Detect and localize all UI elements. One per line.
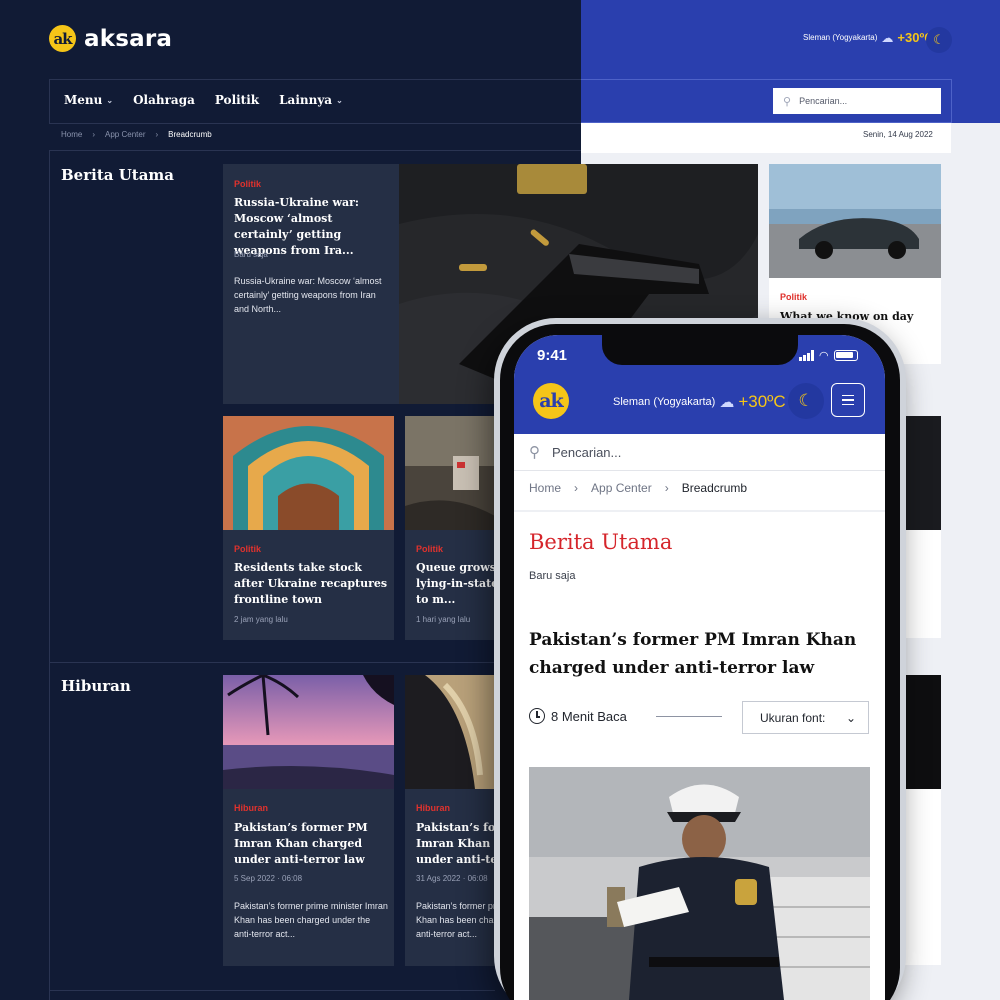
chevron-down-icon: ⌄ <box>336 95 343 105</box>
article-image-peek <box>905 416 941 530</box>
dark-mode-toggle[interactable]: ☾ <box>926 27 952 53</box>
brand-logo[interactable]: ak aksara <box>49 25 172 52</box>
divider <box>49 150 581 151</box>
breadcrumb-app-center[interactable]: App Center <box>105 130 145 139</box>
article-image-beach[interactable] <box>223 675 394 789</box>
weather-widget: Sleman (Yogyakarta) ☁ +30ºC <box>803 30 934 45</box>
search-input[interactable]: ⚲ Pencarian... <box>773 88 941 114</box>
article-excerpt: Pakistan’s former prime minister Imran K… <box>416 901 495 939</box>
mobile-weather-widget: Sleman (Yogyakarta) ☁ +30ºC <box>613 392 786 412</box>
article-date: 31 Ags 2022 · 06:08 <box>416 874 488 883</box>
nav-item-menu[interactable]: Menu ⌄ <box>64 93 113 107</box>
search-placeholder: Pencarian... <box>552 444 622 460</box>
article-time: Baru saja <box>234 250 268 259</box>
article-title[interactable]: Pakistan’s former PM Imran Khan charged … <box>234 820 392 868</box>
wifi-icon: ◠ <box>819 350 829 362</box>
nav-item-politik[interactable]: Politik <box>215 93 259 107</box>
main-nav: Menu ⌄ Olahraga Politik Lainnya ⌄ <box>64 93 343 107</box>
moon-icon: ☾ <box>933 32 945 47</box>
article-excerpt: Russia-Ukraine war: Moscow ‘almost certa… <box>234 276 382 314</box>
clock-icon <box>529 708 545 724</box>
breadcrumb: Home › App Center › Breadcrumb <box>61 130 212 139</box>
article-time: 2 jam yang lalu <box>234 615 288 624</box>
status-icons: ◠ <box>799 349 858 362</box>
moon-icon: ☾ <box>798 391 814 410</box>
mobile-article-image[interactable] <box>529 767 870 1000</box>
divider <box>656 716 722 717</box>
mobile-dark-mode-toggle[interactable]: ☾ <box>788 383 824 419</box>
article-image-peek <box>905 675 941 789</box>
featured-article-card[interactable]: Politik Russia-Ukraine war: Moscow ‘almo… <box>223 164 399 404</box>
breadcrumb-home[interactable]: Home <box>529 481 561 495</box>
weather-location: Sleman (Yogyakarta) <box>803 33 878 42</box>
mobile-search-input[interactable]: ⚲ Pencarian... <box>514 434 885 471</box>
article-date: 5 Sep 2022 · 06:08 <box>234 874 303 883</box>
chevron-right-icon: › <box>155 130 159 139</box>
article-image-street[interactable] <box>405 416 495 530</box>
breadcrumb-home[interactable]: Home <box>61 130 82 139</box>
font-size-select[interactable]: Ukuran font: ⌄ <box>742 701 869 734</box>
section-title-berita-utama: Berita Utama <box>61 166 175 184</box>
article-time: 1 hari yang lalu <box>416 615 471 624</box>
article-excerpt: Pakistan’s former prime minister Imran K… <box>234 901 388 939</box>
article-category[interactable]: Hiburan <box>234 803 268 813</box>
search-icon: ⚲ <box>783 95 792 108</box>
phone-notch <box>602 335 798 365</box>
article-card[interactable]: Hiburan Pakistan’s former PM Imran Khan … <box>223 789 394 966</box>
breadcrumb-current: Breadcrumb <box>168 130 212 139</box>
divider <box>514 510 885 512</box>
article-image-portrait[interactable] <box>405 675 495 789</box>
article-image-arch[interactable] <box>223 416 394 530</box>
battery-icon <box>833 350 858 361</box>
weather-temperature: +30ºC <box>738 392 786 411</box>
chevron-right-icon: › <box>92 130 96 139</box>
article-category[interactable]: Politik <box>780 292 807 302</box>
divider <box>49 150 50 1000</box>
mobile-breadcrumb: Home › App Center › Breadcrumb <box>529 481 747 495</box>
hamburger-menu-button[interactable] <box>831 383 865 417</box>
mobile-article-headline: Pakistan’s former PM Imran Khan charged … <box>529 630 857 678</box>
article-category[interactable]: Politik <box>416 544 443 554</box>
status-time: 9:41 <box>537 347 568 364</box>
article-category[interactable]: Hiburan <box>416 803 450 813</box>
divider <box>49 123 581 124</box>
side-article-image[interactable] <box>769 164 941 278</box>
chevron-right-icon: › <box>574 481 579 495</box>
search-icon: ⚲ <box>529 444 540 461</box>
chevron-right-icon: › <box>664 481 669 495</box>
cloud-icon: ☁ <box>719 394 735 411</box>
search-placeholder: Pencarian... <box>799 96 848 106</box>
mobile-article-time: Baru saja <box>529 570 576 582</box>
article-title[interactable]: Residents take stock after Ukraine recap… <box>234 560 392 608</box>
chevron-down-icon: ⌄ <box>106 95 114 105</box>
article-card[interactable]: Hiburan Pakistan’s former PM Imran Khan … <box>405 789 495 966</box>
nav-item-olahraga[interactable]: Olahraga <box>133 93 195 107</box>
divider <box>49 662 495 663</box>
mobile-logo-icon[interactable]: ak <box>533 383 569 419</box>
mobile-section-title: Berita Utama <box>529 530 673 554</box>
read-time: 8 Menit Baca <box>529 708 627 724</box>
logo-mark-icon: ak <box>49 25 76 52</box>
chevron-down-icon: ⌄ <box>845 710 856 725</box>
read-time-label: 8 Menit Baca <box>551 708 627 724</box>
nav-item-lainnya[interactable]: Lainnya ⌄ <box>279 93 343 107</box>
article-title[interactable]: Pakistan’s former PM Imran Khan charged … <box>416 820 495 868</box>
font-size-label: Ukuran font: <box>760 710 826 725</box>
weather-location: Sleman (Yogyakarta) <box>613 396 716 408</box>
current-date: Senin, 14 Aug 2022 <box>863 130 933 139</box>
article-category[interactable]: Politik <box>234 544 261 554</box>
article-card[interactable]: Politik Queue grows as Queen’s lying-in-… <box>405 530 495 640</box>
article-title[interactable]: Queue grows as Queen’s lying-in-state co… <box>416 560 495 608</box>
section-title-hiburan: Hiburan <box>61 677 131 695</box>
breadcrumb-current: Breadcrumb <box>681 481 748 495</box>
article-category[interactable]: Politik <box>234 179 261 189</box>
divider <box>49 990 495 991</box>
mobile-screen: 9:41 ◠ ak Sleman (Yogyakarta) ☁ +30ºC ☾ … <box>514 335 885 1000</box>
article-card[interactable]: Politik Residents take stock after Ukrai… <box>223 530 394 640</box>
breadcrumb-app-center[interactable]: App Center <box>591 481 652 495</box>
signal-icon <box>799 350 814 361</box>
brand-name: aksara <box>84 25 173 52</box>
cloud-icon: ☁ <box>881 30 894 45</box>
